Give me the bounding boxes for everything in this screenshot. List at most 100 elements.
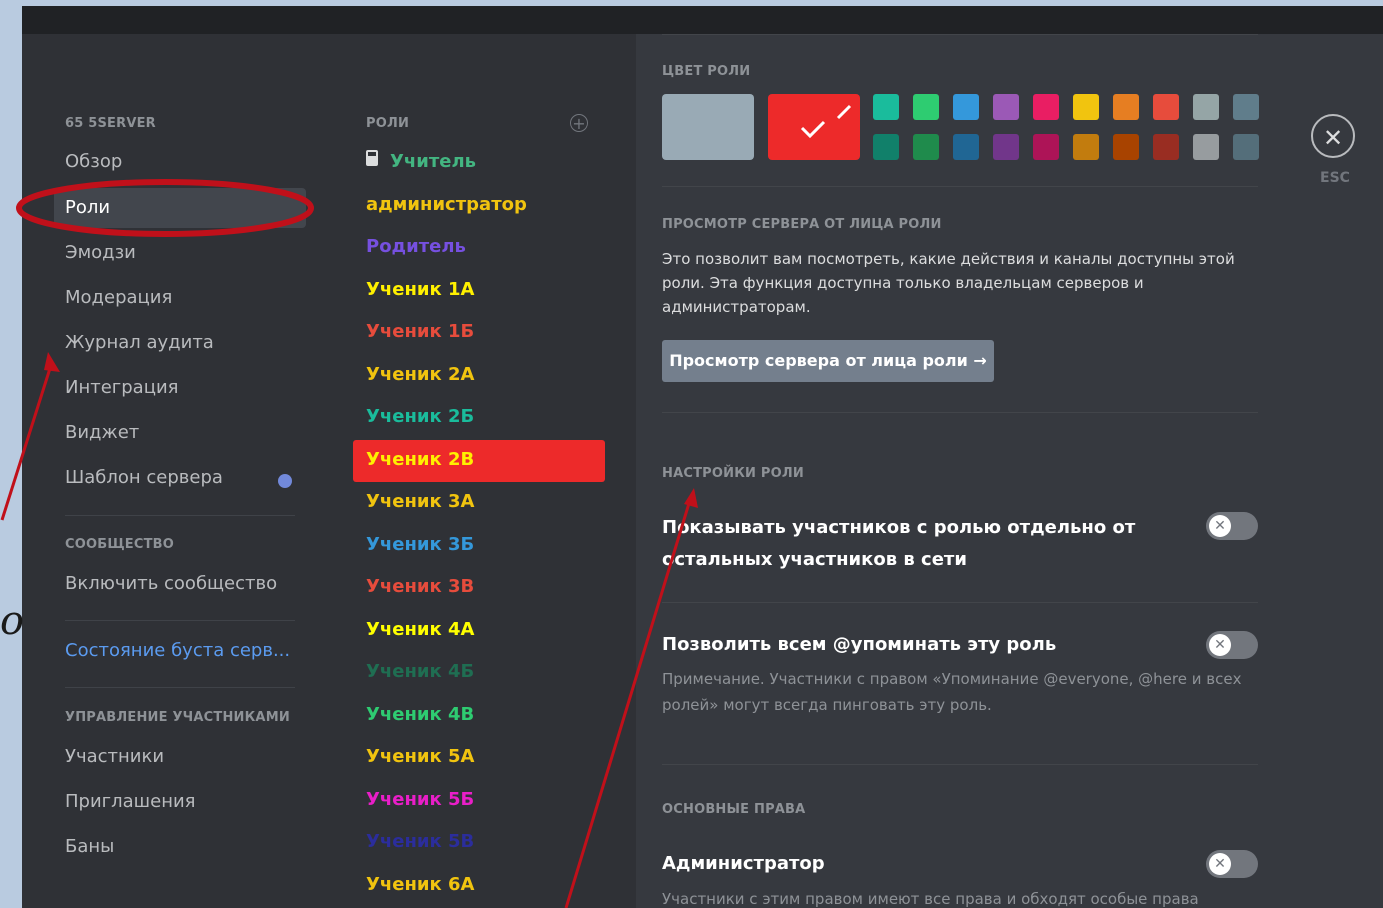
role-settings-content: ЦВЕТ РОЛИ ПРОСМОТР СЕРВЕРА ОТ ЛИЦА РОЛИ … xyxy=(662,6,1262,908)
sidebar-item-invites[interactable]: Приглашения xyxy=(65,791,196,812)
sidebar-item-boost-status[interactable]: Состояние буста серв... xyxy=(65,640,290,661)
display-separately-toggle[interactable]: ✕ xyxy=(1206,512,1258,540)
role-item[interactable]: Ученик 4В xyxy=(366,704,474,725)
role-item[interactable]: Ученик 3В xyxy=(366,576,474,597)
color-swatch[interactable] xyxy=(1033,94,1059,120)
role-label: Учитель xyxy=(390,151,477,172)
role-item[interactable]: Ученик 5В xyxy=(366,831,474,852)
color-swatch[interactable] xyxy=(1113,134,1139,160)
sidebar-item-bans[interactable]: Баны xyxy=(65,836,114,857)
sidebar-item-server-template[interactable]: Шаблон сервера xyxy=(65,467,223,488)
role-item[interactable]: Ученик 4А xyxy=(366,619,474,640)
default-color-swatch[interactable] xyxy=(662,94,754,160)
close-icon[interactable]: ✕ xyxy=(1311,114,1355,158)
section-divider xyxy=(662,412,1258,413)
role-item[interactable]: Ученик 2А xyxy=(366,364,474,385)
sidebar-divider xyxy=(65,687,295,688)
role-item[interactable]: Ученик 1Б xyxy=(366,321,474,342)
color-swatch[interactable] xyxy=(873,134,899,160)
general-permissions-header: ОСНОВНЫЕ ПРАВА xyxy=(662,802,806,817)
toggle-off-icon: ✕ xyxy=(1209,853,1231,875)
lock-icon xyxy=(366,156,378,166)
administrator-label: Администратор xyxy=(662,853,825,874)
role-item[interactable]: Учитель xyxy=(366,151,476,172)
sidebar-item-moderation[interactable]: Модерация xyxy=(65,287,172,308)
color-swatch[interactable] xyxy=(1113,94,1139,120)
allow-mention-note: Примечание. Участники с правом «Упоминан… xyxy=(662,670,1242,714)
sidebar-item-audit-log[interactable]: Журнал аудита xyxy=(65,332,214,353)
member-management-header: УПРАВЛЕНИЕ УЧАСТНИКАМИ xyxy=(65,710,290,725)
role-label: Ученик 2Б xyxy=(366,406,475,427)
section-divider xyxy=(662,764,1258,765)
role-label: Ученик 3Б xyxy=(366,533,475,555)
add-role-icon[interactable]: + xyxy=(570,114,588,132)
esc-label: ESC xyxy=(1320,170,1350,186)
color-swatch[interactable] xyxy=(993,134,1019,160)
roles-header: РОЛИ xyxy=(366,116,410,131)
sidebar-divider xyxy=(65,620,295,621)
color-swatch[interactable] xyxy=(953,134,979,160)
sidebar-item-emoji[interactable]: Эмодзи xyxy=(65,242,136,263)
role-item[interactable]: Ученик 2В xyxy=(366,449,474,470)
color-swatch[interactable] xyxy=(1233,94,1259,120)
sidebar-item-overview[interactable]: Обзор xyxy=(65,151,122,172)
role-item[interactable]: Ученик 6А xyxy=(366,874,474,895)
sidebar-item-roles[interactable]: Роли xyxy=(54,188,306,228)
section-divider xyxy=(662,34,1258,35)
role-label: Ученик 2А xyxy=(366,363,475,385)
role-label: Ученик 4В xyxy=(366,703,475,725)
stray-letter: о xyxy=(0,598,25,644)
color-swatch[interactable] xyxy=(953,94,979,120)
sidebar-item-widget[interactable]: Виджет xyxy=(65,422,139,443)
role-item[interactable]: Родитель xyxy=(366,236,466,257)
role-label: Ученик 2В xyxy=(366,448,475,470)
color-swatch[interactable] xyxy=(993,94,1019,120)
administrator-toggle[interactable]: ✕ xyxy=(1206,850,1258,878)
role-item[interactable]: администратор xyxy=(366,194,527,215)
color-swatch[interactable] xyxy=(913,94,939,120)
role-label: Ученик 4А xyxy=(366,618,475,640)
sidebar-item-members[interactable]: Участники xyxy=(65,746,164,767)
color-swatch[interactable] xyxy=(1073,134,1099,160)
role-color-header: ЦВЕТ РОЛИ xyxy=(662,64,751,79)
view-as-role-header: ПРОСМОТР СЕРВЕРА ОТ ЛИЦА РОЛИ xyxy=(662,217,942,232)
allow-mention-label: Позволить всем @упоминать эту роль xyxy=(662,634,1057,655)
role-item[interactable]: Ученик 2Б xyxy=(366,406,474,427)
sidebar-divider xyxy=(65,515,295,516)
color-swatch[interactable] xyxy=(873,94,899,120)
color-swatch[interactable] xyxy=(1233,134,1259,160)
role-item[interactable]: Ученик 5А xyxy=(366,746,474,767)
role-item[interactable]: Ученик 4Б xyxy=(366,661,474,682)
color-swatch[interactable] xyxy=(1193,134,1219,160)
role-label: Ученик 3А xyxy=(366,491,475,512)
sidebar-item-enable-community[interactable]: Включить сообщество xyxy=(65,573,277,594)
color-swatch[interactable] xyxy=(913,134,939,160)
role-settings-header: НАСТРОЙКИ РОЛИ xyxy=(662,466,804,481)
settings-window: 65 5SERVER Обзор Роли Эмодзи Модерация Ж… xyxy=(22,6,1383,908)
role-item[interactable]: Ученик 5Б xyxy=(366,789,474,810)
color-swatch[interactable] xyxy=(1033,134,1059,160)
sidebar-item-integrations[interactable]: Интеграция xyxy=(65,377,178,398)
server-name-header: 65 5SERVER xyxy=(65,116,156,131)
color-swatch[interactable] xyxy=(1153,134,1179,160)
role-label: администратор xyxy=(366,193,527,215)
eyedropper-icon xyxy=(836,104,852,120)
role-item[interactable]: Ученик 3А xyxy=(366,491,474,512)
selected-color-swatch[interactable] xyxy=(768,94,860,160)
display-separately-label: Показывать участников с ролью отдельно о… xyxy=(662,517,1136,570)
role-item[interactable]: Ученик 3Б xyxy=(366,534,474,555)
section-divider xyxy=(662,186,1258,187)
allow-mention-toggle[interactable]: ✕ xyxy=(1206,631,1258,659)
role-label: Ученик 5В xyxy=(366,831,475,852)
toggle-off-icon: ✕ xyxy=(1209,634,1231,656)
role-label: Ученик 1Б xyxy=(366,321,475,342)
view-server-as-role-button[interactable]: Просмотр сервера от лица роли → xyxy=(662,340,994,382)
color-swatch[interactable] xyxy=(1193,94,1219,120)
role-label: Ученик 5А xyxy=(366,746,475,767)
role-label: Родитель xyxy=(366,236,466,257)
color-swatch[interactable] xyxy=(1153,94,1179,120)
role-label: Ученик 6А xyxy=(366,873,475,895)
role-label: Ученик 1А xyxy=(366,278,475,300)
color-swatch[interactable] xyxy=(1073,94,1099,120)
role-item[interactable]: Ученик 1А xyxy=(366,279,474,300)
